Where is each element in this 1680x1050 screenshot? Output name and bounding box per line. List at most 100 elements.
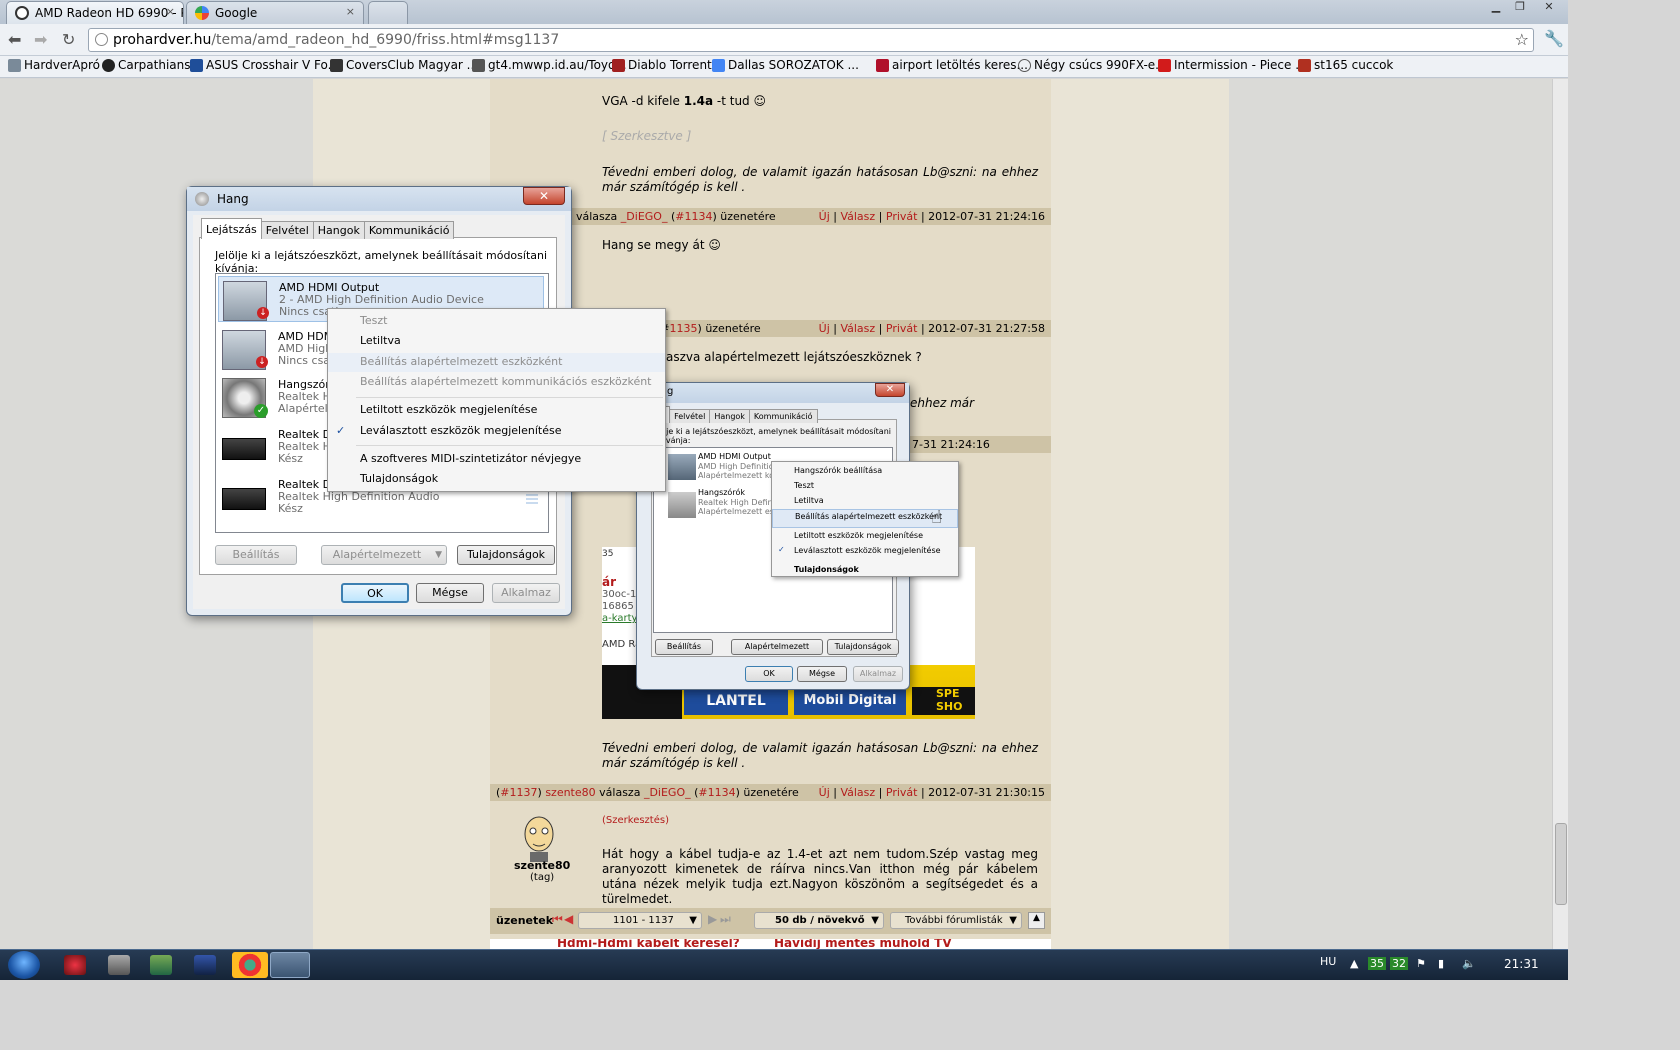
clock[interactable]: 21:31 [1504,957,1539,971]
range-select[interactable]: 1101 - 1137 ▼ [578,912,702,929]
app-icon[interactable] [64,955,86,975]
private-link[interactable]: Privát [886,210,918,223]
ad-row: Hdmi-Hdmi kábelt keresel? Havidíj mentes… [490,939,1051,949]
tab-sounds[interactable]: Hangok [312,221,365,239]
temp-badge[interactable]: 35 [1368,957,1386,970]
bookmark-item[interactable]: st165 cuccok [1298,58,1393,72]
close-tab-icon[interactable]: × [346,5,355,18]
first-page-icon[interactable]: ⏮ [552,912,563,927]
ref-link[interactable]: #1134 [675,210,712,223]
cancel-button[interactable]: Mégse [416,583,484,603]
ad-link[interactable]: Hdmi-Hdmi kábelt keresel? [557,939,740,949]
dialog-titlebar[interactable]: Hang [187,187,571,211]
bookmark-item[interactable]: Carpathians [102,58,191,72]
edit-link[interactable]: (Szerkesztés) [602,815,669,826]
next-page-icon[interactable]: ▶ [708,912,717,926]
prev-page-icon[interactable]: ◀ [564,912,573,926]
bookmark-item[interactable]: Diablo Torrent [612,58,712,72]
volume-icon[interactable]: 🔈 [1462,957,1476,970]
bookmark-item[interactable]: airport letöltés keres... [876,58,1028,72]
close-tab-icon[interactable]: × [166,5,175,18]
reply-link[interactable]: Válasz [840,786,875,799]
more-forums-select[interactable]: További fórumlisták ▼ [890,912,1022,929]
ref-link[interactable]: #1134 [698,786,735,799]
bookmark-star-icon[interactable]: ☆ [1515,30,1529,49]
address-bar[interactable]: prohardver.hu/tema/amd_radeon_hd_6990/fr… [88,28,1534,52]
menu-item-show-disconnected[interactable]: ✓ Leválasztott eszközök megjelenítése [328,422,665,441]
bookmark-item[interactable]: Intermission - Piece ... [1158,58,1307,72]
app-icon[interactable] [150,955,172,975]
scrollbar-thumb[interactable] [1555,823,1567,905]
page-scrollbar[interactable] [1552,79,1568,949]
flag-icon[interactable]: ⚑ [1416,957,1426,970]
chevron-down-icon: ▼ [871,915,879,926]
tray-expand-icon[interactable]: ▲ [1350,957,1358,970]
tab-recording[interactable]: Felvétel [260,221,314,239]
close-window-icon[interactable]: ✕ [1534,0,1564,16]
menu-item-disable[interactable]: Letiltva [328,332,665,351]
user-link[interactable]: _DiEGO_ [621,210,668,223]
user-link[interactable]: szente80 [545,786,595,799]
properties-button[interactable]: Tulajdonságok [457,545,555,565]
apply-button[interactable]: Alkalmaz [492,583,560,603]
ref-link[interactable]: #1137 [500,786,537,799]
reply-link[interactable]: Válasz [840,322,875,335]
reply-link[interactable]: Válasz [840,210,875,223]
forward-icon[interactable]: ➡ [34,30,47,49]
app-icon[interactable] [108,955,130,975]
minimize-icon[interactable]: ▁ [1486,0,1506,16]
scroll-top-icon[interactable]: ▲ [1028,912,1045,929]
menu-item-test[interactable]: Teszt [328,312,665,331]
private-link[interactable]: Privát [886,786,918,799]
menu-item-properties[interactable]: Tulajdonságok [328,470,665,489]
menu-item-set-default-comm[interactable]: Beállítás alapértelmezett kommunikációs … [328,373,665,392]
reload-icon[interactable]: ↻ [62,30,75,49]
avatar-name[interactable]: szente80 [514,859,570,872]
chevron-down-icon[interactable]: ▼ [435,546,442,564]
bookmark-item[interactable]: HardverApró [8,58,100,72]
per-page-select[interactable]: 50 db / növekvő ▼ [754,912,884,929]
last-page-icon[interactable]: ⏭ [720,912,731,927]
embedded-menu-item: Leválasztott eszközök megjelenítése [794,546,941,555]
close-button[interactable]: ✕ [523,187,565,205]
lantel-logo: LANTEL [684,687,788,715]
chrome-icon[interactable] [232,952,268,978]
start-button[interactable] [8,951,40,979]
menu-item-show-disabled[interactable]: Letiltott eszközök megjelenítése [328,401,665,420]
user-link[interactable]: _DiEGO_ [644,786,691,799]
network-icon[interactable]: ▮ [1438,957,1444,970]
configure-button[interactable]: Beállítás [215,545,297,565]
language-indicator[interactable]: HU [1320,955,1336,968]
bookmark-label: HardverApró [24,58,100,72]
speaker-icon [668,492,696,518]
back-icon[interactable]: ⬅ [8,30,21,49]
set-default-button[interactable]: Alapértelmezett ▼ [321,545,447,565]
bookmark-item[interactable]: CoversClub Magyar ... [330,58,478,72]
save-app-icon[interactable] [194,955,216,975]
ad-link[interactable]: Havidíj mentes műhold TV [774,939,952,949]
new-link[interactable]: Új [819,786,830,799]
menu-item-set-default[interactable]: Beállítás alapértelmezett eszközként [328,353,665,372]
ok-button[interactable]: OK [341,583,409,603]
bookmark-item[interactable]: ASUS Crosshair V Fo... [190,58,339,72]
tab-communications[interactable]: Kommunikáció [363,221,455,239]
maximize-icon[interactable]: ❐ [1510,0,1530,16]
private-link[interactable]: Privát [886,322,918,335]
new-link[interactable]: Új [819,322,830,335]
banner-text: 35 [602,549,614,559]
tab-playback[interactable]: Lejátszás [201,218,262,239]
menu-item-midi-about[interactable]: A szoftveres MIDI-szintetizátor névjegye [328,450,665,469]
device-status: Kész [278,452,303,465]
ref-link[interactable]: 1135 [670,322,698,335]
tab-amd-radeon[interactable]: AMD Radeon HD 6990 - PH × [6,1,184,24]
tab-google[interactable]: Google × [186,1,364,24]
new-link[interactable]: Új [819,210,830,223]
bookmark-item[interactable]: Négy csúcs 990FX-e... [1018,58,1167,72]
wrench-icon[interactable]: 🔧 [1544,29,1564,48]
bookmark-item[interactable]: Dallas SOROZATOK ... [712,58,859,72]
new-tab-button[interactable] [368,1,408,24]
sound-app-icon[interactable] [270,952,310,978]
bookmark-item[interactable]: gt4.mwwp.id.au/Toyo... [472,58,627,72]
temp-badge[interactable]: 32 [1390,957,1408,970]
embedded-tab: Kommunikáció [748,409,818,423]
